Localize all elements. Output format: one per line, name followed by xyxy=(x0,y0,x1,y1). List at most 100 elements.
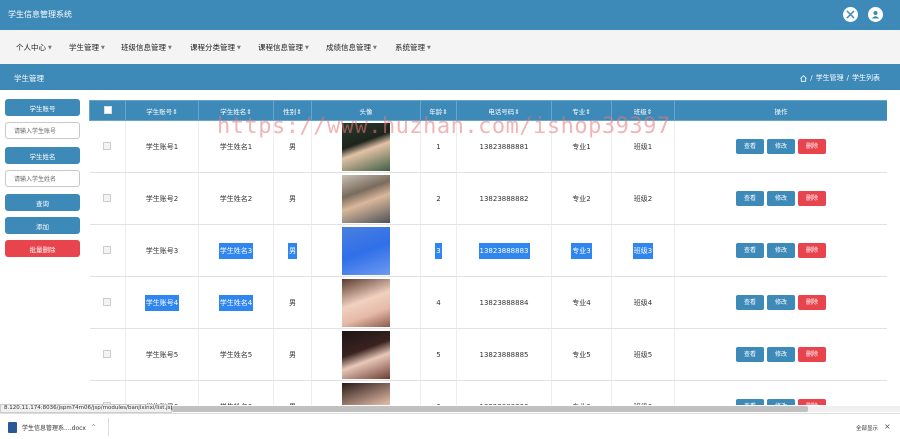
account-text: 学生账号1 xyxy=(145,142,179,151)
gender-text: 男 xyxy=(288,242,297,259)
gender-text: 男 xyxy=(289,298,296,307)
class-cell: 班级4 xyxy=(611,276,675,329)
delete-button[interactable]: 删除 xyxy=(798,139,826,154)
row-select-cell[interactable] xyxy=(89,276,126,329)
edit-button[interactable]: 修改 xyxy=(767,399,795,405)
menu-course-info[interactable]: 课程信息管理 ▼ xyxy=(258,42,309,53)
phone-text: 13823888886 xyxy=(480,403,529,406)
name-cell: 学生姓名6 xyxy=(198,380,274,406)
home-icon[interactable] xyxy=(800,74,808,82)
delete-button[interactable]: 删除 xyxy=(798,191,826,206)
age-text: 3 xyxy=(435,242,442,259)
menu-class-info[interactable]: 班级信息管理 ▼ xyxy=(121,42,172,53)
row-checkbox[interactable] xyxy=(103,349,112,358)
show-all-downloads-link[interactable]: 全部显示 xyxy=(856,424,878,432)
scrollbar-thumb[interactable] xyxy=(172,406,808,412)
column-header-major[interactable]: 专业⇕ xyxy=(551,100,612,121)
download-bar: 学生信息管理系....docx ^ 全部显示 × xyxy=(0,413,900,439)
delete-button[interactable]: 删除 xyxy=(798,243,826,258)
phone-text: 13823888883 xyxy=(478,242,530,259)
avatar xyxy=(342,122,390,171)
major-cell: 专业6 xyxy=(551,380,612,405)
gender-text: 男 xyxy=(289,403,296,406)
row-select-cell[interactable] xyxy=(89,328,126,381)
column-header-phone[interactable]: 电话号码⇕ xyxy=(456,100,552,121)
view-button[interactable]: 查看 xyxy=(736,243,764,258)
add-button[interactable]: 添加 xyxy=(5,217,80,234)
view-button[interactable]: 查看 xyxy=(736,399,764,405)
fullscreen-icon[interactable] xyxy=(843,7,858,22)
gender-cell: 男 xyxy=(273,328,312,381)
menu-student-management[interactable]: 学生管理 ▼ xyxy=(69,42,105,53)
phone-cell: 13823888884 xyxy=(456,276,552,329)
student-account-input[interactable]: 请输入学生账号 xyxy=(5,122,80,139)
name-cell: 学生姓名1 xyxy=(198,120,274,173)
avatar xyxy=(342,278,390,327)
horizontal-scrollbar[interactable] xyxy=(172,406,900,412)
name-text: 学生姓名3 xyxy=(218,242,254,259)
download-item[interactable]: 学生信息管理系....docx ^ xyxy=(8,422,96,433)
column-header-name[interactable]: 学生姓名⇕ xyxy=(198,100,274,121)
column-header-account[interactable]: 学生账号⇕ xyxy=(125,100,199,121)
major-cell: 专业4 xyxy=(551,276,612,329)
student-name-input[interactable]: 请输入学生姓名 xyxy=(5,170,80,187)
view-button[interactable]: 查看 xyxy=(736,139,764,154)
row-select-cell[interactable] xyxy=(89,172,126,225)
name-text: 学生姓名2 xyxy=(219,194,253,203)
chevron-up-icon[interactable]: ^ xyxy=(91,424,96,431)
edit-button[interactable]: 修改 xyxy=(767,347,795,362)
account-cell: 学生账号4 xyxy=(125,276,199,329)
avatar-cell xyxy=(311,120,421,173)
edit-button[interactable]: 修改 xyxy=(767,295,795,310)
query-button[interactable]: 查询 xyxy=(5,194,80,211)
main-menu: 个人中心 ▼ 学生管理 ▼ 班级信息管理 ▼ 课程分类管理 ▼ 课程信息管理 ▼ 成绩信息… xyxy=(0,30,900,64)
breadcrumb-student-management[interactable]: 学生管理 xyxy=(816,73,844,83)
gender-cell: 男 xyxy=(273,380,312,406)
user-icon[interactable] xyxy=(868,7,883,22)
row-checkbox[interactable] xyxy=(103,193,112,202)
row-checkbox[interactable] xyxy=(103,245,112,254)
batch-delete-button[interactable]: 批量删除 xyxy=(5,240,80,257)
class-text: 班级1 xyxy=(633,142,653,151)
row-checkbox[interactable] xyxy=(103,141,112,150)
edit-button[interactable]: 修改 xyxy=(767,243,795,258)
gender-cell: 男 xyxy=(273,276,312,329)
column-header-age[interactable]: 年龄⇕ xyxy=(420,100,457,121)
view-button[interactable]: 查看 xyxy=(736,295,764,310)
class-cell: 班级1 xyxy=(611,120,675,173)
row-select-cell[interactable] xyxy=(89,224,126,277)
row-checkbox[interactable] xyxy=(103,297,112,306)
gender-text: 男 xyxy=(289,350,296,359)
actions-cell: 查看修改删除 xyxy=(674,172,887,225)
menu-system[interactable]: 系统管理 ▼ xyxy=(395,42,431,53)
delete-button[interactable]: 删除 xyxy=(798,295,826,310)
row-select-cell[interactable] xyxy=(89,120,126,173)
name-text: 学生姓名6 xyxy=(220,403,252,406)
major-cell: 专业3 xyxy=(551,224,612,277)
major-text: 专业3 xyxy=(571,242,592,259)
edit-button[interactable]: 修改 xyxy=(767,191,795,206)
menu-grade-info[interactable]: 成绩信息管理 ▼ xyxy=(326,42,377,53)
view-button[interactable]: 查看 xyxy=(736,347,764,362)
delete-button[interactable]: 删除 xyxy=(798,399,826,405)
select-all-checkbox[interactable] xyxy=(103,105,112,114)
actions-cell: 查看修改删除 xyxy=(674,380,887,405)
edit-button[interactable]: 修改 xyxy=(767,139,795,154)
row-select-cell[interactable] xyxy=(89,380,126,405)
close-icon[interactable]: × xyxy=(884,422,891,431)
select-all-header[interactable] xyxy=(89,100,126,121)
phone-cell: 13823888886 xyxy=(456,380,552,406)
column-header-gender[interactable]: 性别⇕ xyxy=(273,100,312,121)
column-header-class[interactable]: 班级⇕ xyxy=(611,100,675,121)
gender-text: 男 xyxy=(289,194,296,203)
breadcrumb: / 学生管理 / 学生列表 xyxy=(800,73,880,83)
gender-cell: 男 xyxy=(273,172,312,225)
name-text: 学生姓名5 xyxy=(219,350,253,359)
menu-course-category[interactable]: 课程分类管理 ▼ xyxy=(190,42,241,53)
phone-text: 13823888882 xyxy=(479,194,529,203)
delete-button[interactable]: 删除 xyxy=(798,347,826,362)
table-row: 学生账号2 学生姓名2 男 2 13823888882 专业2 班级2 查看 修改 删除 xyxy=(89,172,887,225)
view-button[interactable]: 查看 xyxy=(736,191,764,206)
account-text: 学生账号5 xyxy=(145,350,179,359)
menu-personal-center[interactable]: 个人中心 ▼ xyxy=(16,42,52,53)
